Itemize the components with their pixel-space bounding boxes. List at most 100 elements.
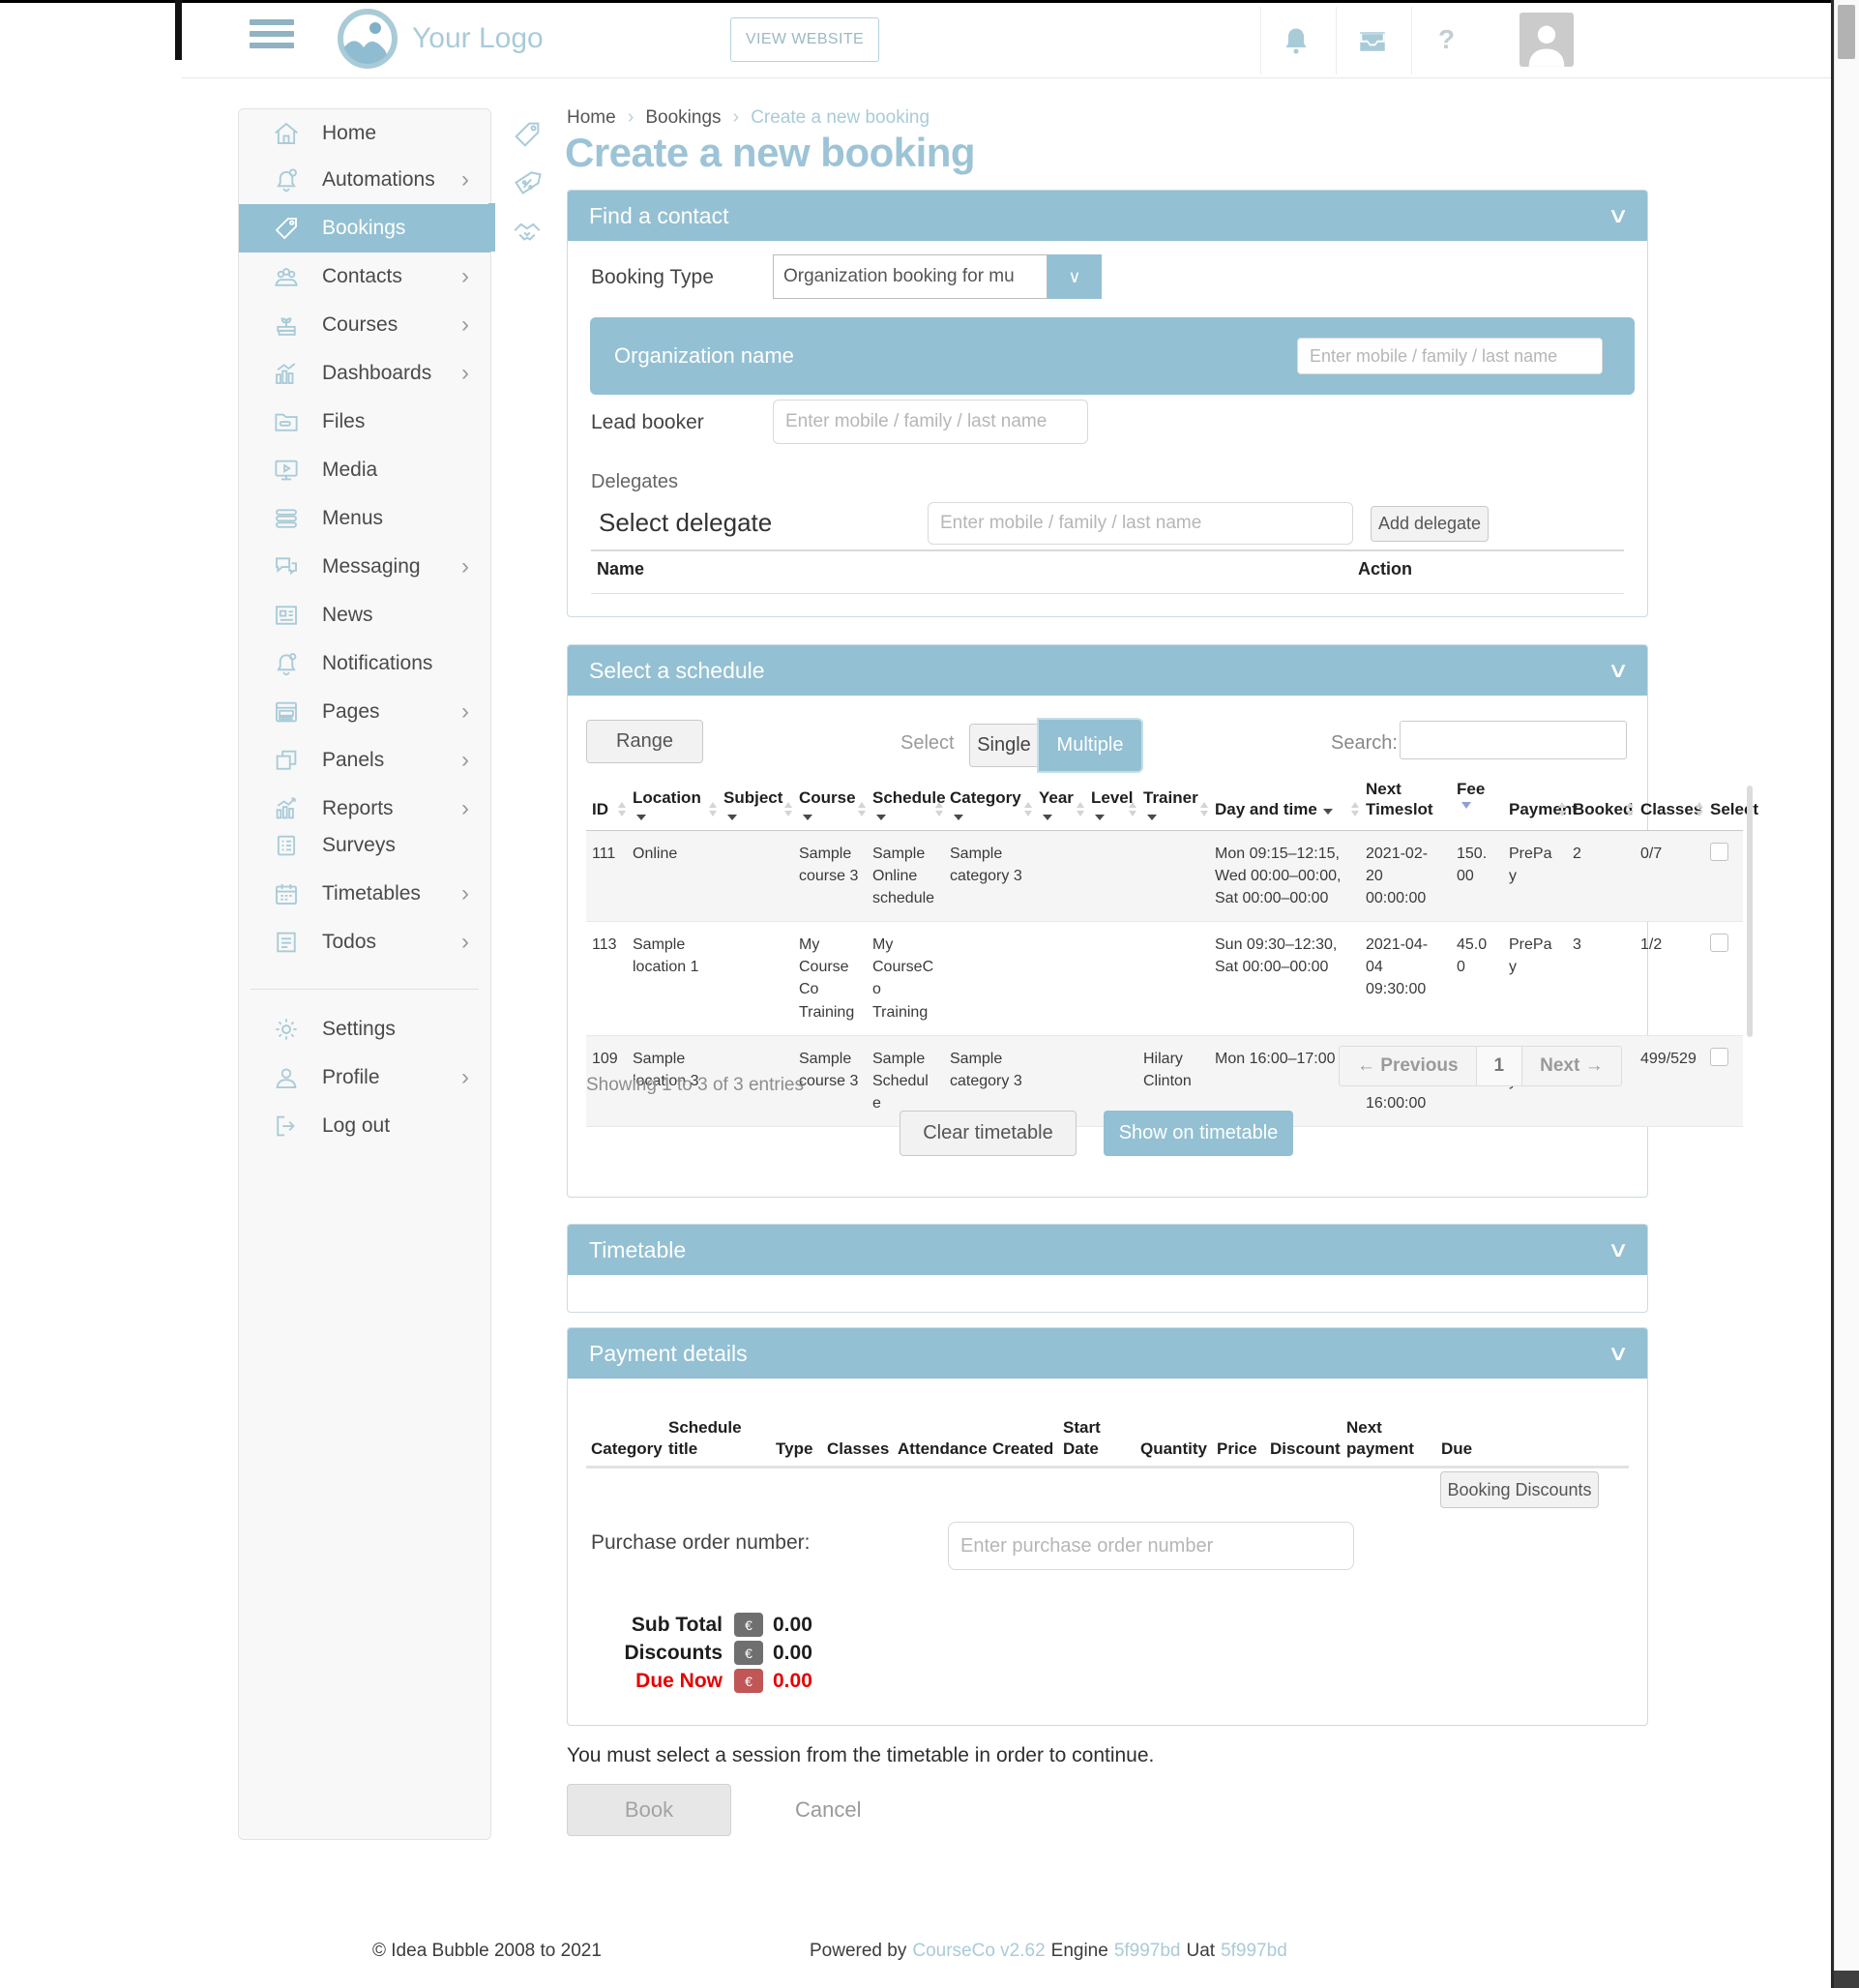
select-checkbox[interactable] (1710, 934, 1728, 952)
tag-icon[interactable] (511, 118, 544, 151)
col-trainer[interactable]: Trainer (1137, 775, 1209, 830)
multiple-toggle-button[interactable]: Multiple (1039, 720, 1141, 771)
sidebar-item-todos[interactable]: Todos › (239, 918, 490, 966)
col-schedule[interactable]: Schedule (867, 775, 944, 830)
cancel-link[interactable]: Cancel (795, 1797, 861, 1823)
filter-caret-icon[interactable] (803, 815, 812, 820)
col-payment[interactable]: Payment (1503, 775, 1567, 830)
sort-icon[interactable] (1351, 802, 1359, 816)
sidebar-item-home[interactable]: Home (239, 109, 490, 158)
help-icon[interactable]: ? (1438, 24, 1455, 55)
bell-icon[interactable] (1279, 24, 1313, 59)
sidebar-item-dashboards[interactable]: Dashboards › (239, 349, 490, 398)
col-id[interactable]: ID (586, 775, 627, 830)
clear-timetable-button[interactable]: Clear timetable (900, 1111, 1077, 1156)
col-level[interactable]: Level (1085, 775, 1137, 830)
sort-icon[interactable] (1200, 802, 1208, 816)
sidebar-item-messaging[interactable]: Messaging › (239, 543, 490, 591)
sidebar-item-automations[interactable]: Automations › (239, 156, 490, 204)
collapse-chevron-icon[interactable]: ∨ (1608, 1341, 1630, 1366)
sidebar-item-settings[interactable]: Settings (239, 1005, 490, 1053)
sidebar-item-timetables[interactable]: Timetables › (239, 870, 490, 918)
lead-booker-input[interactable] (773, 400, 1088, 444)
col-fee[interactable]: Fee (1451, 775, 1503, 830)
col-category[interactable]: Category (944, 775, 1033, 830)
hamburger-icon[interactable] (250, 19, 294, 58)
single-toggle-button[interactable]: Single (969, 724, 1039, 767)
sidebar-item-logout[interactable]: Log out (239, 1102, 490, 1150)
filter-caret-icon[interactable] (636, 815, 646, 820)
sort-icon[interactable] (709, 802, 717, 816)
sort-icon[interactable] (1696, 802, 1703, 816)
page-scrollbar-thumb[interactable] (1838, 5, 1855, 59)
inbox-icon[interactable] (1355, 24, 1390, 59)
sort-icon[interactable] (784, 802, 792, 816)
col-classes[interactable]: Classes (1635, 775, 1704, 830)
col-course[interactable]: Course (793, 775, 867, 830)
col-location[interactable]: Location (627, 775, 718, 830)
add-delegate-button[interactable]: Add delegate (1371, 506, 1489, 542)
uat-link[interactable]: 5f997bd (1221, 1941, 1287, 1962)
sort-icon[interactable] (1024, 802, 1032, 816)
sidebar-item-news[interactable]: News (239, 591, 490, 639)
sidebar-item-menus[interactable]: Menus (239, 494, 490, 543)
search-input[interactable] (1400, 721, 1627, 759)
col-booked[interactable]: Booked (1567, 775, 1635, 830)
sort-icon[interactable] (1558, 802, 1566, 816)
logo[interactable]: Your Logo (337, 8, 544, 70)
filter-caret-icon[interactable] (1147, 815, 1157, 820)
sidebar-item-pages[interactable]: Pages › (239, 688, 490, 736)
filter-caret-icon[interactable] (1095, 815, 1105, 820)
organization-name-input[interactable] (1297, 338, 1603, 374)
collapse-chevron-icon[interactable]: ∨ (1608, 1237, 1630, 1262)
sort-icon[interactable] (1129, 802, 1136, 816)
filter-caret-icon[interactable] (954, 815, 963, 820)
select-checkbox[interactable] (1710, 1048, 1728, 1066)
booking-discounts-button[interactable]: Booking Discounts (1440, 1471, 1599, 1508)
previous-page-button[interactable]: ← Previous (1340, 1047, 1476, 1085)
booking-type-select[interactable]: Organization booking for mu ∨ (773, 254, 1102, 299)
next-page-button[interactable]: Next → (1522, 1047, 1620, 1085)
delegate-search-input[interactable] (928, 502, 1353, 545)
handshake-icon[interactable] (511, 215, 544, 248)
sort-icon[interactable] (935, 802, 943, 816)
col-year[interactable]: Year (1033, 775, 1085, 830)
purchase-order-input[interactable] (948, 1522, 1354, 1570)
filter-caret-icon[interactable] (1323, 809, 1333, 815)
col-subject[interactable]: Subject (718, 775, 793, 830)
sort-icon[interactable] (618, 802, 626, 816)
breadcrumb-bookings[interactable]: Bookings (645, 107, 721, 129)
sidebar-item-bookings[interactable]: Bookings (239, 204, 490, 252)
collapse-chevron-icon[interactable]: ∨ (1608, 658, 1630, 683)
select-checkbox[interactable] (1710, 843, 1728, 861)
sort-icon[interactable] (1626, 802, 1634, 816)
table-scrollbar[interactable] (1747, 786, 1753, 1037)
sidebar-item-notifications[interactable]: Notifications (239, 639, 490, 688)
breadcrumb-home[interactable]: Home (567, 107, 616, 129)
sort-icon[interactable] (1077, 802, 1084, 816)
sidebar-item-surveys[interactable]: Surveys (239, 821, 490, 870)
range-button[interactable]: Range (586, 720, 703, 763)
sidebar-item-courses[interactable]: Courses › (239, 301, 490, 349)
book-button[interactable]: Book (567, 1784, 731, 1836)
filter-caret-icon[interactable] (727, 815, 737, 820)
col-day-time[interactable]: Day and time (1209, 775, 1360, 830)
page-number[interactable]: 1 (1476, 1047, 1523, 1085)
page-scrollbar-track[interactable] (1834, 0, 1859, 1988)
filter-caret-icon[interactable] (1043, 815, 1052, 820)
view-website-button[interactable]: VIEW WEBSITE (730, 17, 879, 62)
sidebar-item-contacts[interactable]: Contacts › (239, 252, 490, 301)
filter-caret-icon[interactable] (876, 815, 886, 820)
avatar[interactable] (1520, 13, 1574, 67)
engine-link[interactable]: 5f997bd (1114, 1941, 1181, 1962)
courseco-link[interactable]: CourseCo v2.62 (912, 1941, 1045, 1962)
sidebar-item-files[interactable]: Files (239, 398, 490, 446)
sidebar-item-media[interactable]: Media (239, 446, 490, 494)
sort-icon[interactable] (858, 802, 866, 816)
sidebar-item-profile[interactable]: Profile › (239, 1053, 490, 1102)
sidebar-item-panels[interactable]: Panels › (239, 736, 490, 785)
collapse-chevron-icon[interactable]: ∨ (1608, 203, 1630, 228)
show-on-timetable-button[interactable]: Show on timetable (1104, 1111, 1293, 1156)
discount-tag-icon[interactable] (511, 166, 544, 199)
col-next-timeslot[interactable]: Next Timeslot (1360, 775, 1451, 830)
